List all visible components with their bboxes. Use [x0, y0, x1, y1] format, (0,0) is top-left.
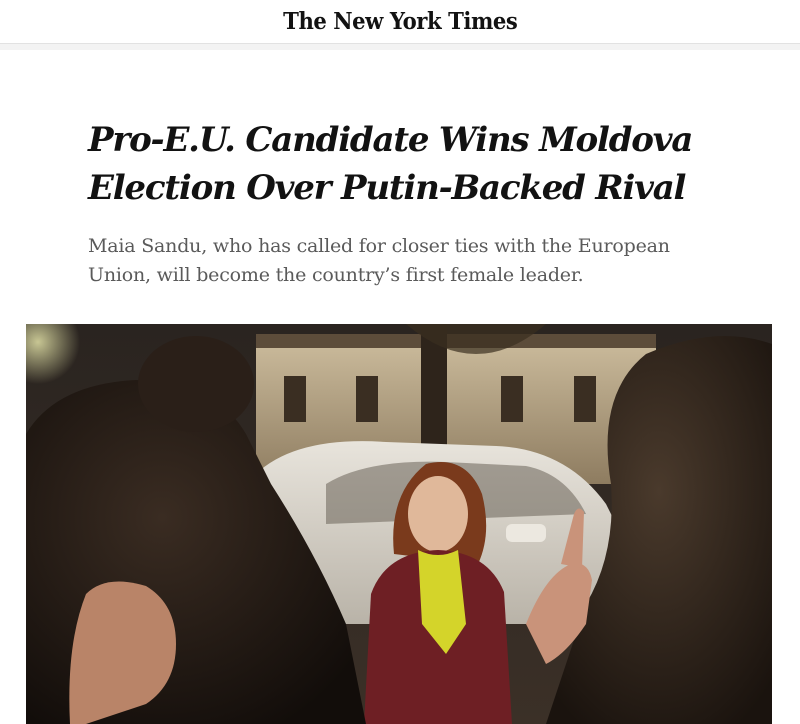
article-headline: Pro-E.U. Candidate Wins Moldova Election…	[88, 120, 693, 208]
nyt-logo-link[interactable]: The New York Times	[283, 8, 518, 35]
article-summary: Maia Sandu, who has called for closer ti…	[88, 235, 670, 286]
lead-photo[interactable]	[26, 324, 772, 724]
masthead: The New York Times	[0, 0, 800, 44]
header-divider	[0, 44, 800, 50]
photo-image	[26, 324, 772, 724]
